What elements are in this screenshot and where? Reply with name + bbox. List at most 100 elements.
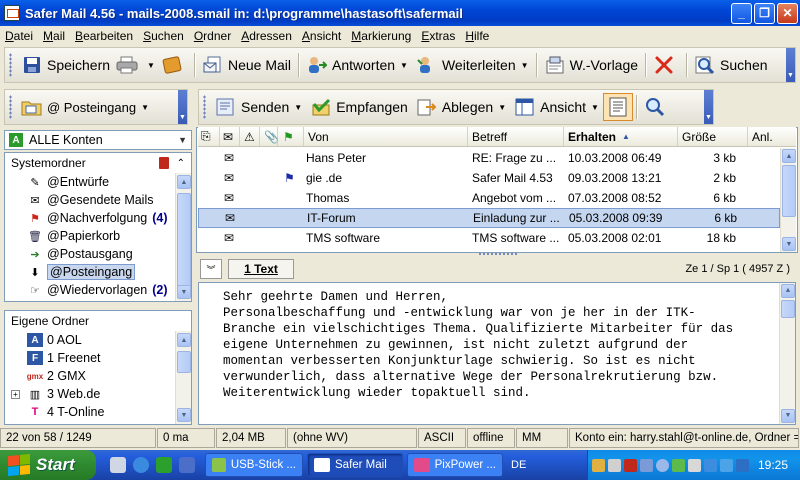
quicklaunch-ie-icon[interactable]: [133, 457, 149, 473]
splitter-grip[interactable]: [478, 252, 518, 256]
toolbar-overflow-chevron[interactable]: ▼: [178, 90, 187, 124]
scroll-down-icon[interactable]: ▼: [782, 237, 796, 251]
delete-button[interactable]: [649, 51, 683, 79]
menu-markierung[interactable]: Markierung: [346, 29, 416, 43]
tray-network-icon[interactable]: [640, 458, 653, 472]
preview-scrollbar[interactable]: ▲ ▼: [779, 283, 795, 424]
toolbar-overflow-chevron[interactable]: ▼: [704, 90, 713, 124]
start-button[interactable]: Start: [0, 450, 96, 480]
template-button[interactable]: W.-Vorlage: [540, 51, 642, 79]
message-row[interactable]: ✉ Hans Peter RE: Frage zu ... 10.03.2008 06…: [198, 148, 780, 168]
minimize-button[interactable]: _: [731, 2, 752, 24]
folder-select-dropdown-icon[interactable]: ▼: [141, 103, 149, 112]
menu-datei[interactable]: Datei: [0, 29, 38, 43]
folder-item-nachverfolgung[interactable]: ⚑ @Nachverfolgung (4): [5, 209, 175, 227]
message-list-scrollbar[interactable]: ▲ ▼: [780, 148, 796, 252]
trash-icon[interactable]: [158, 157, 169, 169]
print-button[interactable]: ▼: [114, 51, 157, 79]
menu-ansicht[interactable]: Ansicht: [297, 29, 346, 43]
message-preview[interactable]: Sehr geehrte Damen und Herren, Personalb…: [198, 282, 796, 425]
tray-tool-icon[interactable]: [592, 458, 605, 472]
chevron-down-icon[interactable]: ▼: [178, 135, 187, 145]
folder-item-gmx[interactable]: gmx 2 GMX: [5, 367, 175, 385]
folder-item-freenet[interactable]: F 1 Freenet: [5, 349, 175, 367]
message-row[interactable]: ✉ Thomas Angebot vom ... 07.03.2008 08:52 6 …: [198, 188, 780, 208]
column-read-status[interactable]: ✉: [220, 127, 240, 146]
system-folders-scrollbar[interactable]: ▲ ▼: [175, 173, 191, 301]
column-received[interactable]: Erhalten ▲: [564, 127, 678, 146]
folder-item-papierkorb[interactable]: 🗑 @Papierkorb: [5, 227, 175, 245]
tray-display-icon[interactable]: [720, 458, 733, 472]
column-from[interactable]: Von: [304, 127, 468, 146]
scroll-down-icon[interactable]: ▼: [177, 285, 191, 299]
search-button[interactable]: Suchen: [690, 51, 771, 79]
close-button[interactable]: ✕: [777, 2, 798, 24]
folder-item-wiedervorlagen[interactable]: ☞ @Wiedervorlagen (2): [5, 281, 175, 299]
folder-item-webde[interactable]: + ▥ 3 Web.de: [5, 385, 175, 403]
menu-mail[interactable]: Mail: [38, 29, 70, 43]
message-row[interactable]: ✉ TMS software TMS software ... 05.03.2008 …: [198, 228, 780, 248]
menu-adressen[interactable]: Adressen: [236, 29, 297, 43]
folder-item-postausgang[interactable]: ➔ @Postausgang: [5, 245, 175, 263]
tray-security-icon[interactable]: [624, 458, 637, 472]
reply-button[interactable]: Antworten ▼: [302, 51, 412, 79]
task-usb-stick[interactable]: USB-Stick ...: [205, 453, 303, 477]
scroll-thumb[interactable]: [781, 300, 795, 318]
toolbar-grip[interactable]: [9, 53, 12, 77]
save-button[interactable]: Speichern: [17, 51, 114, 79]
column-subject[interactable]: Betreff: [468, 127, 564, 146]
menu-extras[interactable]: Extras: [416, 29, 460, 43]
collapse-double-chevron-icon[interactable]: ︾: [200, 259, 222, 279]
quicklaunch-app-icon[interactable]: [156, 457, 172, 473]
view-button[interactable]: Ansicht ▼: [510, 93, 603, 121]
scroll-up-icon[interactable]: ▲: [781, 284, 795, 298]
own-folders-scrollbar[interactable]: ▲ ▼: [175, 331, 191, 424]
quicklaunch-desktop-icon[interactable]: [179, 457, 195, 473]
quicklaunch-settings-icon[interactable]: [110, 457, 126, 473]
reply-dropdown-icon[interactable]: ▼: [400, 61, 408, 70]
scroll-thumb[interactable]: [177, 351, 191, 373]
send-dropdown-icon[interactable]: ▼: [294, 103, 302, 112]
scroll-thumb[interactable]: [177, 193, 191, 289]
view-dropdown-icon[interactable]: ▼: [591, 103, 599, 112]
scroll-thumb[interactable]: [782, 165, 796, 217]
language-indicator[interactable]: DE: [511, 459, 526, 471]
folder-item-aol[interactable]: A 0 AOL: [5, 331, 175, 349]
new-mail-button[interactable]: Neue Mail: [198, 51, 295, 79]
forward-dropdown-icon[interactable]: ▼: [521, 61, 529, 70]
maximize-button[interactable]: ❐: [754, 2, 775, 24]
blue-flag-icon[interactable]: ⚑: [278, 171, 304, 185]
address-book-button[interactable]: [157, 51, 191, 79]
message-row[interactable]: ✉ IT-Forum Einladung zur ... 05.03.2008 09:…: [198, 208, 780, 228]
column-size[interactable]: Größe: [678, 127, 748, 146]
scroll-up-icon[interactable]: ▲: [177, 333, 191, 347]
toolbar-grip[interactable]: [9, 95, 12, 119]
expand-plus-icon[interactable]: +: [11, 389, 20, 399]
folder-item-gesendete-mails[interactable]: ✉ @Gesendete Mails: [5, 191, 175, 209]
account-selector[interactable]: A ALLE Konten ▼: [4, 130, 192, 150]
find-in-mail-button[interactable]: [640, 93, 674, 121]
tray-battery-icon[interactable]: [688, 458, 701, 472]
tray-speaker-icon[interactable]: [608, 458, 621, 472]
column-attachment[interactable]: 📎: [260, 127, 279, 146]
task-pixpower[interactable]: PixPower ...: [407, 453, 503, 477]
scroll-down-icon[interactable]: ▼: [781, 409, 795, 423]
print-dropdown-icon[interactable]: ▼: [147, 61, 155, 70]
menu-suchen[interactable]: Suchen: [138, 29, 189, 43]
send-button[interactable]: Senden ▼: [211, 93, 306, 121]
file-away-dropdown-icon[interactable]: ▼: [498, 103, 506, 112]
scroll-up-icon[interactable]: ▲: [782, 149, 796, 163]
task-safer-mail[interactable]: Safer Mail: [307, 453, 403, 477]
menu-bearbeiten[interactable]: Bearbeiten: [70, 29, 138, 43]
column-flag[interactable]: ⚑: [278, 127, 304, 146]
tab-text[interactable]: 1 Text: [228, 259, 294, 279]
toolbar-grip[interactable]: [203, 95, 206, 119]
tray-disc-icon[interactable]: [656, 458, 669, 472]
menu-ordner[interactable]: Ordner: [189, 29, 236, 43]
forward-button[interactable]: Weiterleiten ▼: [412, 51, 533, 79]
folder-item-posteingang[interactable]: ⬇ @Posteingang: [5, 263, 175, 281]
folder-select-button[interactable]: @ Posteingang ▼: [17, 93, 153, 121]
folder-item-entwuerfe[interactable]: ✎ @Entwürfe: [5, 173, 175, 191]
tray-update-icon[interactable]: [672, 458, 685, 472]
receive-button[interactable]: Empfangen: [306, 93, 412, 121]
